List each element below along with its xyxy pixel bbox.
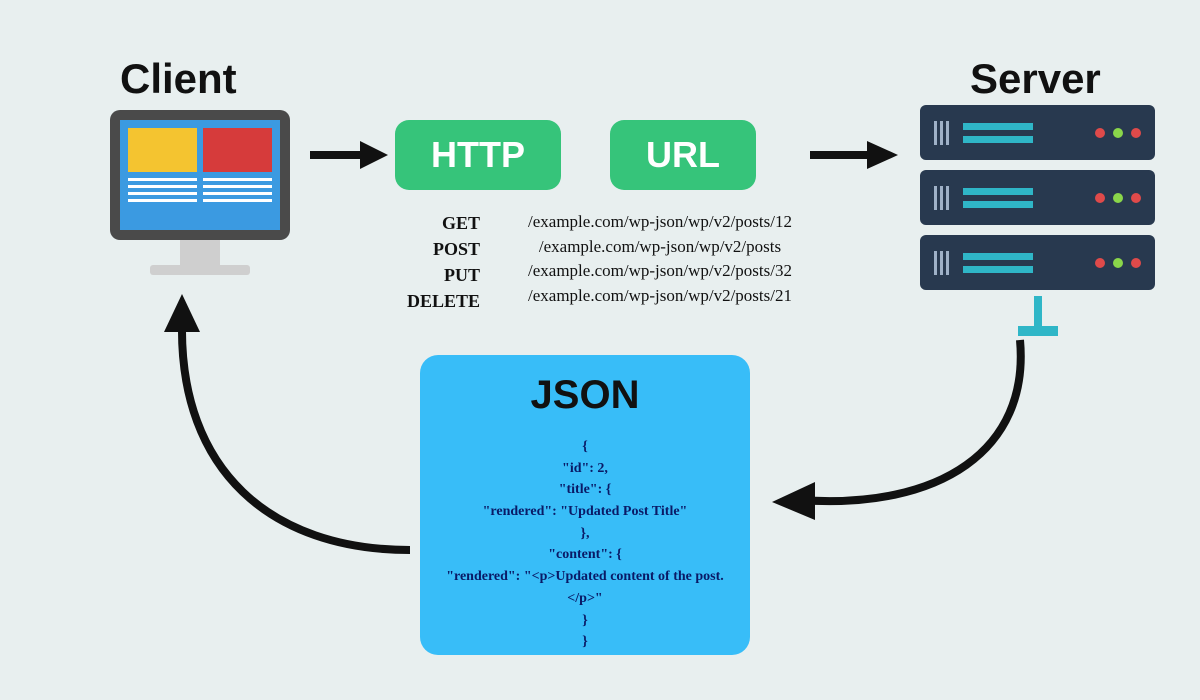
json-line: }	[430, 610, 740, 632]
json-response-box: JSON { "id": 2, "title": { "rendered": "…	[420, 355, 750, 655]
json-line: "rendered": "<p>Updated content of the p…	[430, 566, 740, 609]
server-label: Server	[970, 55, 1101, 103]
arrow-server-to-json-icon	[760, 330, 1060, 550]
example-url: /example.com/wp-json/wp/v2/posts	[495, 235, 825, 260]
example-url: /example.com/wp-json/wp/v2/posts/12	[495, 210, 825, 235]
json-line: "title": {	[430, 479, 740, 501]
server-rack-icon	[920, 105, 1155, 336]
http-method: PUT	[360, 262, 480, 288]
arrow-url-to-server-icon	[810, 135, 900, 175]
json-line: {	[430, 436, 740, 458]
json-line: },	[430, 523, 740, 545]
http-method: GET	[360, 210, 480, 236]
json-line: "rendered": "Updated Post Title"	[430, 501, 740, 523]
arrow-json-to-client-icon	[150, 290, 440, 580]
example-url: /example.com/wp-json/wp/v2/posts/32	[495, 259, 825, 284]
json-line: }	[430, 631, 740, 653]
json-title: JSON	[430, 373, 740, 418]
example-urls-list: /example.com/wp-json/wp/v2/posts/12 /exa…	[495, 210, 825, 309]
json-line: "content": {	[430, 544, 740, 566]
diagram-canvas: Client Server HTTP URL	[0, 0, 1200, 700]
json-body: { "id": 2, "title": { "rendered": "Updat…	[430, 436, 740, 653]
url-pill: URL	[610, 120, 756, 190]
client-computer-icon	[110, 110, 290, 275]
client-label: Client	[120, 55, 237, 103]
http-method: POST	[360, 236, 480, 262]
json-line: "id": 2,	[430, 458, 740, 480]
http-pill: HTTP	[395, 120, 561, 190]
example-url: /example.com/wp-json/wp/v2/posts/21	[495, 284, 825, 309]
arrow-client-to-http-icon	[310, 135, 390, 175]
